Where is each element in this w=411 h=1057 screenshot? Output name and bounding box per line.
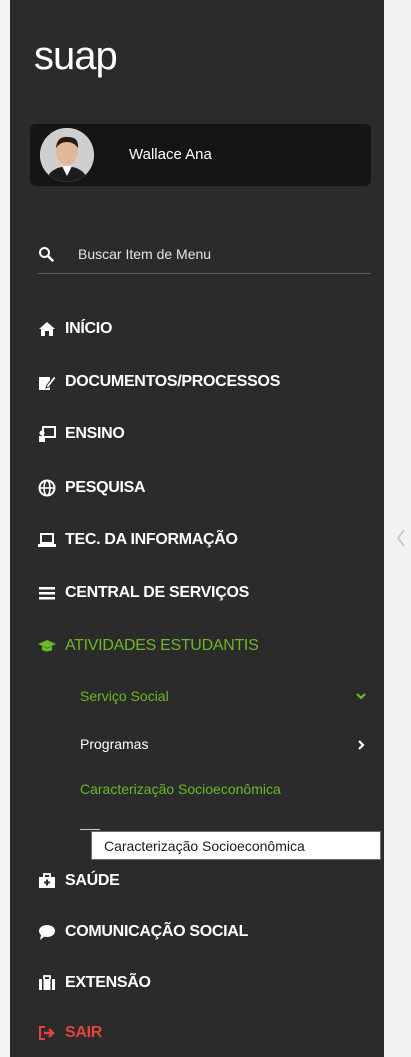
tooltip: Caracterização Socioeconômica <box>91 831 381 860</box>
menu-item-label: COMUNICAÇÃO SOCIAL <box>65 923 249 940</box>
menu-item-documentos-processos[interactable]: DOCUMENTOS/PROCESSOS <box>38 369 280 395</box>
menu-item-label: INÍCIO <box>65 320 113 337</box>
menu-item-ensino[interactable]: ENSINO <box>38 421 125 447</box>
chevron-down-icon[interactable] <box>355 690 367 702</box>
sidebar-collapse-chevron-icon[interactable] <box>395 527 407 549</box>
user-name: Wallace Ana <box>129 146 212 163</box>
menu-item-inicio[interactable]: INÍCIO <box>38 316 112 342</box>
chalkboard-icon <box>39 426 56 442</box>
speech-bubble-icon <box>39 925 55 940</box>
submenu-item-programas[interactable]: Programas <box>80 734 148 754</box>
sign-out-icon <box>39 1026 55 1040</box>
menu-item-saude[interactable]: SAÚDE <box>38 868 120 894</box>
submenu-item-label: Caracterização Socioeconômica <box>80 781 281 797</box>
submenu-item-label: Serviço Social <box>80 688 169 704</box>
page-left-edge <box>0 0 10 1057</box>
menu-item-label: PESQUISA <box>65 479 146 496</box>
list-icon <box>39 587 55 600</box>
menu-item-atividades-estudantis[interactable]: ATIVIDADES ESTUDANTIS <box>38 633 259 659</box>
menu-item-pesquisa[interactable]: PESQUISA <box>38 475 146 501</box>
submenu-divider <box>80 829 100 830</box>
menu-item-label: SAIR <box>65 1024 103 1041</box>
submenu-item-label: Programas <box>80 736 149 752</box>
menu-item-tec-informacao[interactable]: TEC. DA INFORMAÇÃO <box>38 527 238 553</box>
submenu-item-caracterizacao-socioeconomica[interactable]: Caracterização Socioeconômica <box>80 779 281 799</box>
menu-item-sair[interactable]: SAIR <box>38 1020 102 1046</box>
search-icon <box>39 247 54 262</box>
menu-item-comunicacao-social[interactable]: COMUNICAÇÃO SOCIAL <box>38 919 248 945</box>
menu-item-label: DOCUMENTOS/PROCESSOS <box>65 373 281 390</box>
sidebar: suap Wallace Ana INÍCIO <box>10 0 384 1057</box>
menu-item-label: SAÚDE <box>65 872 120 889</box>
home-icon <box>39 322 55 336</box>
menu-item-label: TEC. DA INFORMAÇÃO <box>65 531 238 548</box>
menu-item-label: EXTENSÃO <box>65 974 151 991</box>
user-profile-card[interactable]: Wallace Ana <box>30 124 371 186</box>
app-logo[interactable]: suap <box>34 34 118 79</box>
medkit-icon <box>39 873 55 888</box>
menu-item-label: ATIVIDADES ESTUDANTIS <box>65 637 259 654</box>
menu-search <box>38 243 371 274</box>
menu-item-label: ENSINO <box>65 425 125 442</box>
briefcase-icon <box>39 975 55 990</box>
menu-item-extensao[interactable]: EXTENSÃO <box>38 970 151 996</box>
menu-item-central-servicos[interactable]: CENTRAL DE SERVIÇOS <box>38 580 249 606</box>
avatar <box>40 128 94 182</box>
laptop-icon <box>38 533 56 547</box>
search-input[interactable] <box>78 243 358 265</box>
document-edit-icon <box>39 375 56 390</box>
globe-icon <box>38 479 56 497</box>
submenu-item-servico-social[interactable]: Serviço Social <box>80 686 169 706</box>
chevron-right-icon[interactable] <box>355 739 367 751</box>
menu-item-label: CENTRAL DE SERVIÇOS <box>65 584 249 601</box>
graduation-cap-icon <box>38 640 56 652</box>
